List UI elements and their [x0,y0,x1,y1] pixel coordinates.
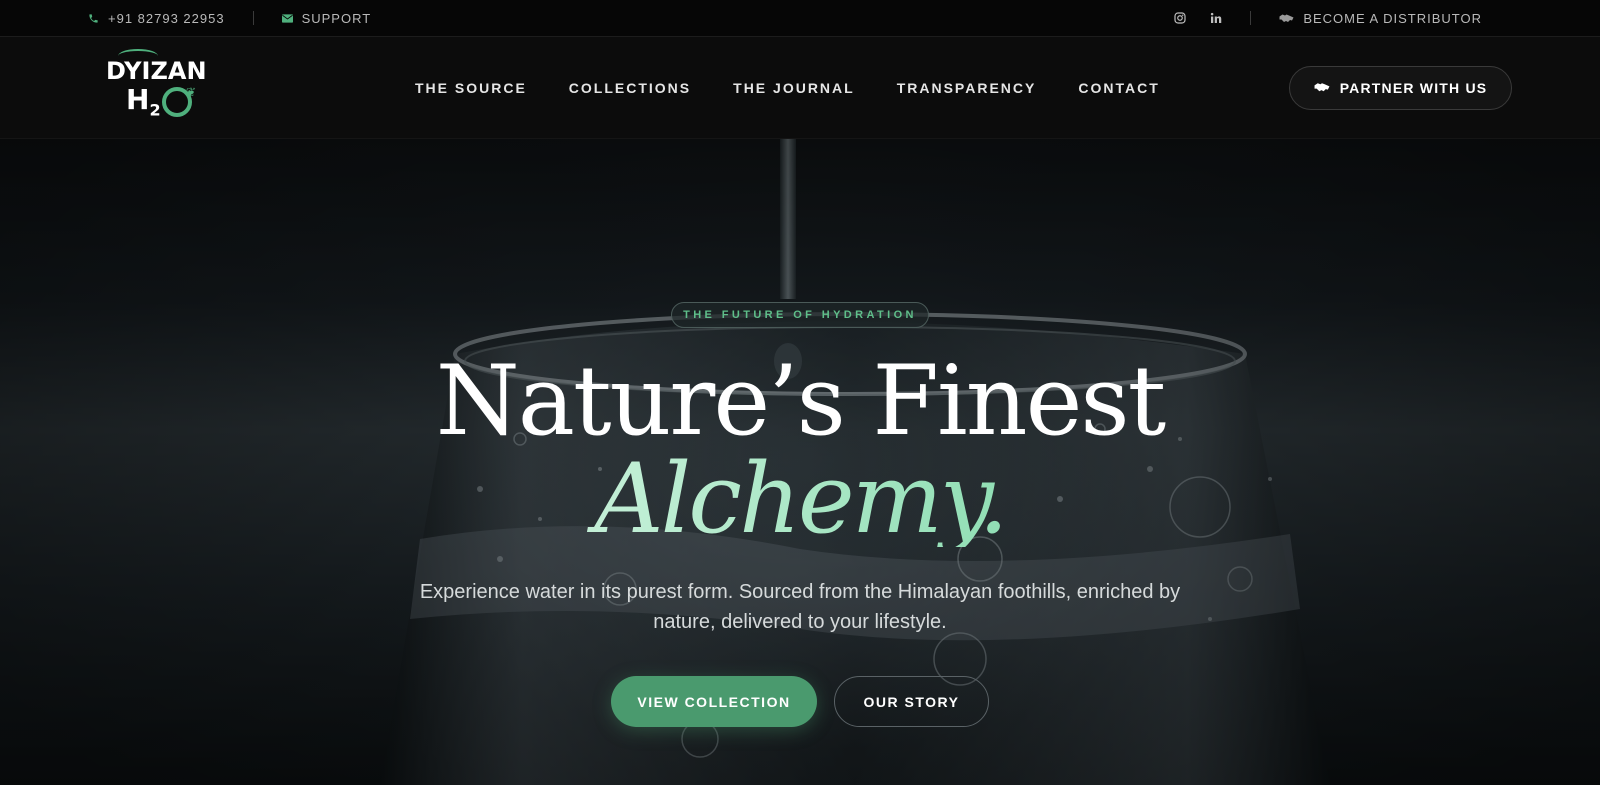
logo-wordmark: DYIZAN [106,57,207,85]
linkedin-icon[interactable] [1210,12,1222,24]
view-collection-button[interactable]: VIEW COLLECTION [611,676,817,727]
brand-logo[interactable]: DYIZAN H2 ❦ [106,49,208,129]
distributor-label: BECOME A DISTRIBUTOR [1303,10,1482,26]
hero-section: THE FUTURE OF HYDRATION Nature’s Finest … [0,139,1600,785]
handshake-icon [1314,80,1330,96]
handshake-icon [1279,13,1294,24]
main-nav: DYIZAN H2 ❦ THE SOURCE COLLECTIONS THE J… [0,37,1600,139]
top-bar-right: BECOME A DISTRIBUTOR [1174,11,1482,26]
hero-eyebrow-badge: THE FUTURE OF HYDRATION [671,302,929,328]
become-distributor-link[interactable]: BECOME A DISTRIBUTOR [1279,11,1482,26]
partner-with-us-button[interactable]: PARTNER WITH US [1289,66,1512,110]
hero-title-line1: Nature’s Finest [435,345,1166,457]
top-bar-left: +91 82793 22953 SUPPORT [88,11,371,26]
nav-menu: THE SOURCE COLLECTIONS THE JOURNAL TRANS… [415,37,1160,139]
phone-link[interactable]: +91 82793 22953 [88,11,225,26]
hero-subtitle: Experience water in its purest form. Sou… [419,581,1181,633]
nav-item-the-journal[interactable]: THE JOURNAL [733,80,855,96]
support-link[interactable]: SUPPORT [281,10,372,26]
top-bar: +91 82793 22953 SUPPORT BECOME A DISTRIB… [0,0,1600,37]
our-story-button[interactable]: OUR STORY [834,676,989,727]
nav-item-collections[interactable]: COLLECTIONS [569,80,691,96]
leaf-icon: ❦ [186,85,197,99]
nav-item-contact[interactable]: CONTACT [1078,80,1159,96]
divider [1250,11,1252,25]
phone-number: +91 82793 22953 [108,10,225,26]
nav-item-the-source[interactable]: THE SOURCE [415,80,527,96]
logo-subscript: 2 [149,100,161,120]
mail-icon [281,13,293,23]
support-label: SUPPORT [301,10,372,26]
instagram-icon[interactable] [1174,12,1186,24]
logo-h: H [126,83,150,116]
nav-item-transparency[interactable]: TRANSPARENCY [897,80,1037,96]
logo-h2o: H2 [126,83,161,120]
divider [252,11,254,25]
phone-icon [88,13,99,24]
partner-label: PARTNER WITH US [1339,80,1488,96]
hero-title-line2: Alchemy. [0,451,1600,547]
